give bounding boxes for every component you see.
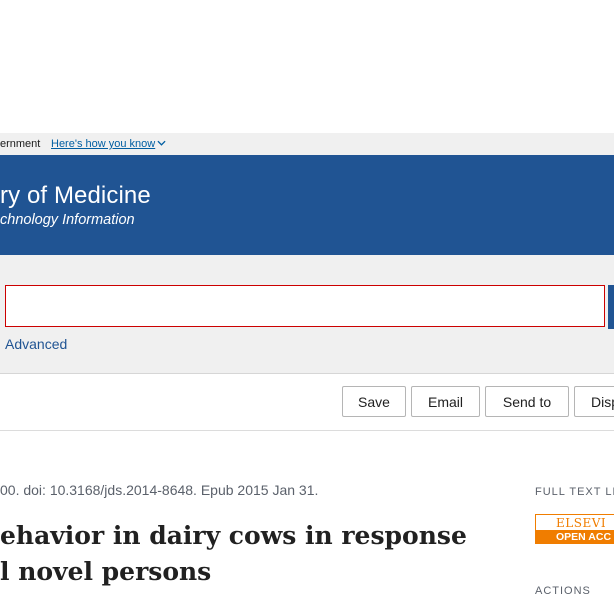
- elsevier-logo: ELSEVI: [556, 516, 607, 530]
- actions-heading: ACTIONS: [535, 585, 591, 597]
- chevron-down-icon: [157, 140, 166, 146]
- heres-how-you-know-label: Here's how you know: [51, 138, 156, 150]
- actions-toolbar: Save Email Send to Disp: [0, 374, 614, 431]
- advanced-search-link[interactable]: Advanced: [5, 336, 67, 352]
- email-button[interactable]: Email: [411, 386, 480, 417]
- search-input[interactable]: [5, 285, 605, 327]
- search-area: Advanced: [0, 255, 614, 374]
- full-text-links-heading: FULL TEXT LIN: [535, 486, 614, 498]
- open-access-label: OPEN ACC: [536, 530, 614, 543]
- gov-banner-text: ernment: [0, 138, 41, 150]
- article-citation: 00. doi: 10.3168/jds.2014-8648. Epub 201…: [0, 482, 319, 498]
- nlm-title[interactable]: ry of Medicine: [0, 182, 151, 210]
- send-to-button[interactable]: Send to: [485, 386, 569, 417]
- gov-banner: ernment Here's how you know: [0, 133, 614, 155]
- ncbi-subtitle: chnology Information: [0, 212, 135, 228]
- save-button[interactable]: Save: [342, 386, 406, 417]
- heres-how-you-know-link[interactable]: Here's how you know: [51, 138, 166, 150]
- display-options-button[interactable]: Disp: [574, 386, 614, 417]
- nlm-header: ry of Medicine chnology Information: [0, 155, 614, 255]
- search-button[interactable]: [608, 285, 614, 329]
- article-title: ehavior in dairy cows in response l nove…: [0, 521, 467, 586]
- elsevier-full-text-link[interactable]: ELSEVI OPEN ACC: [535, 514, 614, 544]
